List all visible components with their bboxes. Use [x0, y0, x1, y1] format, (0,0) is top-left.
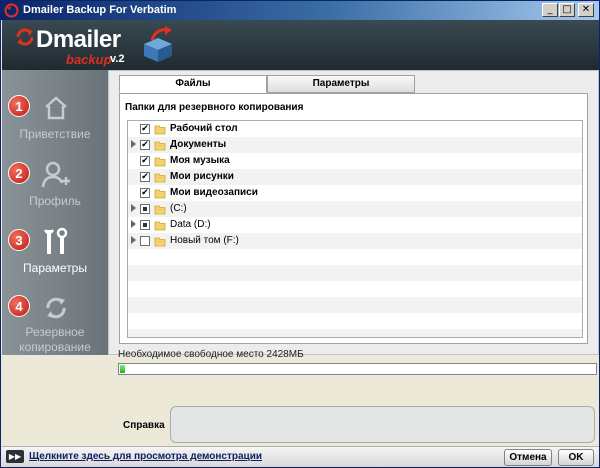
folder-checkbox[interactable] — [140, 220, 150, 230]
user-add-icon — [41, 161, 70, 188]
tree-row-label: Data (D:) — [170, 219, 211, 230]
tree-row-label: (C:) — [170, 203, 187, 214]
step-label: Резервное копирование — [2, 325, 108, 355]
bottom-bar: ▶▶ Щелкните здесь для просмотра демонстр… — [2, 446, 599, 467]
tree-row[interactable]: ✔ Моя музыка — [128, 153, 582, 169]
main-panel: Файлы Параметры Папки для резервного коп… — [108, 70, 599, 355]
tree-row[interactable]: ✔ Рабочий стол — [128, 121, 582, 137]
tree-row-label: Новый том (F:) — [170, 235, 239, 246]
tree-row[interactable]: ✔ Документы — [128, 137, 582, 153]
wizard-sidebar: 1 Приветствие 2 Профиль 3 Параметры 4 Ре… — [2, 70, 108, 355]
expand-arrow-icon[interactable] — [131, 140, 136, 148]
sidebar-step-welcome[interactable]: 1 Приветствие — [2, 92, 108, 152]
tree-row[interactable]: (C:) — [128, 201, 582, 217]
folder-icon — [154, 237, 166, 247]
header-band: Dmailer backup v.2 — [2, 20, 599, 70]
folder-checkbox[interactable]: ✔ — [140, 188, 150, 198]
folder-icon — [154, 141, 166, 151]
step-label-line: копирование — [19, 340, 91, 354]
folder-checkbox[interactable]: ✔ — [140, 140, 150, 150]
help-label: Справка — [123, 420, 165, 431]
progress-fill — [120, 365, 125, 373]
files-panel: Папки для резервного копирования ✔ Рабочи… — [119, 93, 588, 344]
step-number-badge: 2 — [8, 162, 30, 184]
tab-files[interactable]: Файлы — [119, 75, 267, 93]
demo-link[interactable]: Щелкните здесь для просмотра демонстраци… — [29, 451, 262, 462]
logo-arrows-icon — [16, 28, 34, 46]
tree-row-label: Моя музыка — [170, 155, 230, 166]
tree-row[interactable]: ✔ Мои рисунки — [128, 169, 582, 185]
step-label-line: Резервное — [25, 325, 85, 339]
folder-tree[interactable]: ✔ Рабочий стол ✔ Документы ✔ Моя музыка ✔ Мои р… — [127, 120, 583, 338]
folder-icon — [154, 157, 166, 167]
folder-icon — [154, 221, 166, 231]
logo-sub: backup — [66, 52, 112, 67]
tree-row-label: Мои видеозаписи — [170, 187, 258, 198]
folder-checkbox[interactable]: ✔ — [140, 172, 150, 182]
video-icon[interactable]: ▶▶ — [6, 450, 24, 463]
expand-arrow-icon[interactable] — [131, 236, 136, 244]
sidebar-step-parameters[interactable]: 3 Параметры — [2, 226, 108, 286]
tree-row[interactable]: ✔ Мои видеозаписи — [128, 185, 582, 201]
app-icon — [4, 3, 19, 18]
panel-title: Папки для резервного копирования — [125, 102, 304, 113]
ok-button[interactable]: OK — [558, 449, 594, 466]
title-bar: Dmailer Backup For Verbatim _ □ ✕ — [1, 1, 599, 20]
tools-icon — [43, 227, 68, 254]
home-icon — [45, 96, 67, 120]
tree-row-label: Рабочий стол — [170, 123, 238, 134]
cancel-button[interactable]: Отмена — [504, 449, 552, 466]
step-number-badge: 3 — [8, 229, 30, 251]
sidebar-step-backup[interactable]: 4 Резервное копирование — [2, 292, 108, 355]
expand-arrow-icon[interactable] — [131, 220, 136, 228]
folder-icon — [154, 173, 166, 183]
folder-checkbox[interactable]: ✔ — [140, 124, 150, 134]
maximize-button[interactable]: □ — [559, 3, 575, 17]
step-label: Параметры — [23, 261, 87, 275]
box-icon — [144, 26, 172, 62]
tree-row[interactable]: Data (D:) — [128, 217, 582, 233]
required-space-text: Необходимое свободное место 2428МБ — [118, 349, 304, 360]
expand-arrow-icon[interactable] — [131, 204, 136, 212]
folder-checkbox[interactable] — [140, 236, 150, 246]
sidebar-step-profile[interactable]: 2 Профиль — [2, 159, 108, 219]
folder-checkbox[interactable] — [140, 204, 150, 214]
space-progress-bar — [118, 363, 597, 375]
help-box — [170, 406, 595, 443]
step-label: Приветствие — [19, 127, 91, 141]
close-button[interactable]: ✕ — [578, 3, 594, 17]
sync-icon — [46, 297, 66, 319]
logo-version: v.2 — [110, 53, 125, 65]
folder-icon — [154, 125, 166, 135]
step-number-badge: 4 — [8, 295, 30, 317]
step-label: Профиль — [29, 194, 81, 208]
logo-brand: Dmailer — [36, 26, 121, 53]
step-number-badge: 1 — [8, 95, 30, 117]
tree-row[interactable]: Новый том (F:) — [128, 233, 582, 249]
tree-row-label: Документы — [170, 139, 227, 150]
product-logo: Dmailer backup v.2 — [14, 24, 174, 67]
app-window: Dmailer Backup For Verbatim _ □ ✕ Dmaile… — [0, 0, 600, 468]
minimize-button[interactable]: _ — [542, 3, 558, 17]
folder-checkbox[interactable]: ✔ — [140, 156, 150, 166]
tree-row-label: Мои рисунки — [170, 171, 234, 182]
tab-parameters[interactable]: Параметры — [267, 75, 415, 93]
folder-icon — [154, 205, 166, 215]
folder-icon — [154, 189, 166, 199]
window-title: Dmailer Backup For Verbatim — [23, 4, 177, 16]
